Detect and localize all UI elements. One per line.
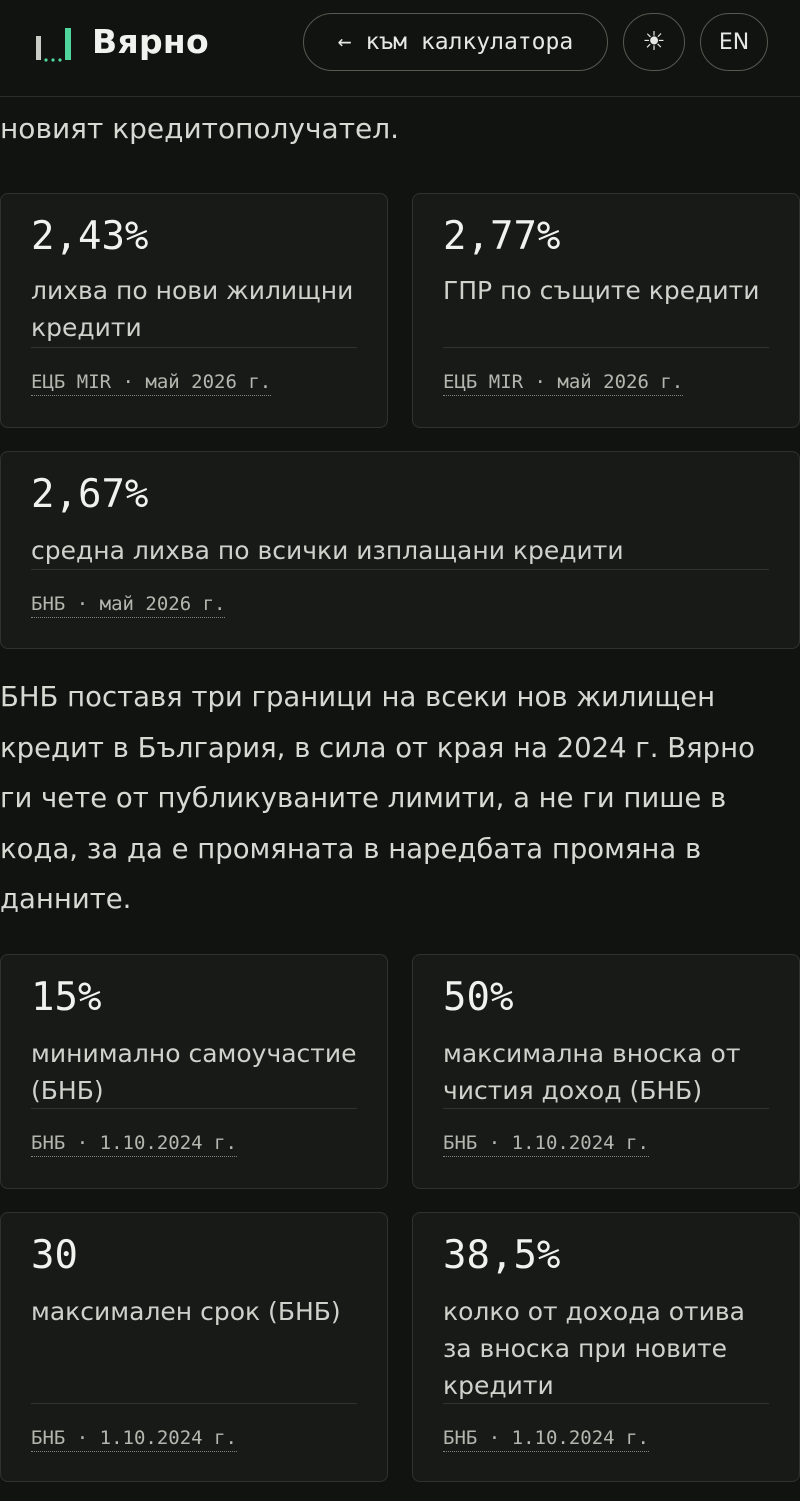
stat-value: 2,43% xyxy=(31,214,149,259)
source-link[interactable]: БНБ · 1.10.2024 г. xyxy=(31,1427,237,1452)
limit-card: 38,5% колко от дохода отива за вноска пр… xyxy=(412,1212,800,1482)
divider xyxy=(31,347,357,348)
stat-description: колко от дохода отива за вноска при нови… xyxy=(443,1297,745,1400)
language-label: EN xyxy=(718,29,750,55)
stat-value: 2,77% xyxy=(443,214,561,259)
rate-card: 2,77% ГПР по същите кредити ЕЦБ MIR · ма… xyxy=(412,193,800,428)
stat-value: 30 xyxy=(31,1233,78,1278)
stat-value: 38,5% xyxy=(443,1233,561,1278)
limits-explanation: БНБ поставя три граници на всеки нов жил… xyxy=(0,681,755,915)
source-link[interactable]: БНБ · 1.10.2024 г. xyxy=(443,1427,649,1452)
stat-description: максимален срок (БНБ) xyxy=(31,1297,341,1326)
stat-description: минимално самоучастие (БНБ) xyxy=(31,1039,357,1105)
stat-description: лихва по нови жилищни кредити xyxy=(31,276,354,342)
divider xyxy=(31,1108,357,1109)
sun-icon: ☀ xyxy=(642,27,666,57)
source-link[interactable]: БНБ · 1.10.2024 г. xyxy=(31,1132,237,1157)
source-link[interactable]: БНБ · май 2026 г. xyxy=(31,593,226,618)
language-toggle-button[interactable]: EN xyxy=(700,13,768,71)
back-label: ← към калкулатора xyxy=(337,29,574,55)
divider xyxy=(443,347,769,348)
limit-card: 30 максимален срок (БНБ) БНБ · 1.10.2024… xyxy=(0,1212,388,1482)
divider xyxy=(443,1403,769,1404)
intro-text: новият кредитополучател. xyxy=(0,112,400,145)
rate-card-wide: 2,67% средна лихва по всички изплащани к… xyxy=(0,451,800,649)
source-link[interactable]: ЕЦБ MIR · май 2026 г. xyxy=(31,371,272,396)
stat-description: ГПР по същите кредити xyxy=(443,276,760,305)
top-bar: Вярно ← към калкулатора ☀ EN xyxy=(0,0,800,97)
divider xyxy=(443,1108,769,1109)
stat-value: 50% xyxy=(443,975,514,1020)
stat-description: максимална вноска от чистия доход (БНБ) xyxy=(443,1039,741,1105)
source-link[interactable]: ЕЦБ MIR · май 2026 г. xyxy=(443,371,684,396)
rate-card: 2,43% лихва по нови жилищни кредити ЕЦБ … xyxy=(0,193,388,428)
source-link[interactable]: БНБ · 1.10.2024 г. xyxy=(443,1132,649,1157)
theme-toggle-button[interactable]: ☀ xyxy=(623,13,685,71)
limit-card: 15% минимално самоучастие (БНБ) БНБ · 1.… xyxy=(0,954,388,1189)
brand-name[interactable]: Вярно xyxy=(92,22,209,61)
logo-icon[interactable] xyxy=(34,26,74,64)
divider xyxy=(31,569,769,570)
stat-value: 15% xyxy=(31,975,102,1020)
divider xyxy=(31,1403,357,1404)
stat-value: 2,67% xyxy=(31,472,149,517)
back-to-calculator-button[interactable]: ← към калкулатора xyxy=(303,13,608,71)
stat-description: средна лихва по всички изплащани кредити xyxy=(31,536,624,565)
limit-card: 50% максимална вноска от чистия доход (Б… xyxy=(412,954,800,1189)
